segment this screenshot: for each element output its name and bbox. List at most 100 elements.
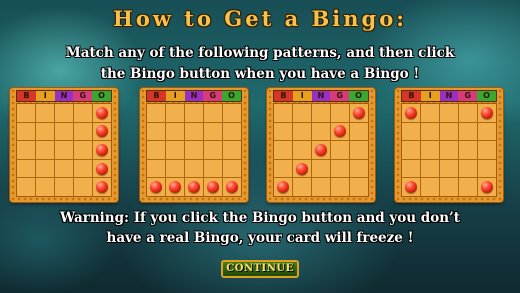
bingo-cell [274,141,292,159]
bingo-cell [147,159,165,178]
red-ball-icon [481,106,493,119]
red-ball-icon [296,162,308,175]
red-ball-icon [334,125,346,138]
bingo-cell [204,104,222,122]
bingo-letter-g: G [330,91,350,101]
bingo-cell [459,178,477,196]
bingo-cell [421,122,439,141]
bingo-cell [55,104,73,122]
bingo-cell [93,159,111,178]
bingo-cell [166,104,184,122]
bingo-cell [166,159,184,178]
bingo-letter-n: N [54,91,74,101]
bingo-cell [204,122,222,141]
bingo-cell [185,178,203,196]
bingo-cell [350,159,368,178]
red-ball-icon [405,106,417,119]
warning-line-2: have a real Bingo, your card will freeze… [106,230,414,246]
bingo-letter-b: B [402,91,421,101]
bingo-cell [74,178,92,196]
bingo-cell [17,104,35,122]
bingo-cell [93,122,111,141]
bingo-letter-b: B [147,91,166,101]
red-ball-icon [96,162,108,175]
bingo-cell [17,159,35,178]
bingo-cell [274,178,292,196]
bingo-cell [440,159,458,178]
red-ball-icon [353,106,365,119]
bingo-cell [223,141,241,159]
bingo-cell [421,141,439,159]
bingo-cell [478,104,496,122]
bingo-cell [147,178,165,196]
bingo-letter-b: B [274,91,293,101]
red-ball-icon [277,181,289,194]
bingo-cell [223,104,241,122]
continue-button[interactable]: CONTINUE [221,260,299,278]
bingo-cell [440,141,458,159]
pattern-card-vertical: BINGO [10,88,118,202]
bingo-cell [274,104,292,122]
bingo-letter-b: B [17,91,36,101]
bingo-cell [331,178,349,196]
bingo-letter-i: I [35,91,55,101]
bingo-cell [421,178,439,196]
bingo-cell [350,122,368,141]
pattern-card-corners: BINGO [395,88,503,202]
red-ball-icon [207,181,219,194]
bingo-cell [223,178,241,196]
bingo-letter-g: G [73,91,93,101]
bingo-cell [421,104,439,122]
bingo-cell [147,141,165,159]
bingo-cell [274,122,292,141]
bingo-cell [331,159,349,178]
bingo-cell [55,141,73,159]
bingo-cell [331,141,349,159]
pattern-card-horizontal: BINGO [140,88,248,202]
bingo-cell [478,159,496,178]
bingo-cell [93,104,111,122]
bingo-cell [440,178,458,196]
bingo-cell [350,141,368,159]
bingo-cell [36,178,54,196]
bingo-cell [312,104,330,122]
bingo-cell [166,178,184,196]
bingo-cell [74,141,92,159]
bingo-grid [16,103,112,197]
bingo-cell [312,141,330,159]
bingo-cell [74,104,92,122]
bingo-cell [402,104,420,122]
red-ball-icon [481,181,493,194]
bingo-cell [55,122,73,141]
instruction-line-2: the Bingo button when you have a Bingo ! [100,66,420,82]
bingo-letter-n: N [311,91,331,101]
bingo-letter-n: N [184,91,204,101]
bingo-cell [402,122,420,141]
bingo-cell [74,159,92,178]
bingo-cell [36,122,54,141]
bingo-cell [17,122,35,141]
bingo-letter-g: G [203,91,223,101]
bingo-cell [440,122,458,141]
bingo-cell [293,159,311,178]
red-ball-icon [405,181,417,194]
bingo-letter-o: O [477,91,496,101]
bingo-cell [17,178,35,196]
bingo-cell [293,122,311,141]
bingo-letter-o: O [92,91,111,101]
bingo-grid [273,103,369,197]
bingo-cell [55,178,73,196]
bingo-letter-i: I [292,91,312,101]
bingo-cell [312,178,330,196]
bingo-cell [74,122,92,141]
bingo-cell [312,159,330,178]
bingo-cell [459,122,477,141]
pattern-card-diagonal: BINGO [267,88,375,202]
bingo-cell [204,178,222,196]
bingo-cell [350,104,368,122]
bingo-cell [93,141,111,159]
bingo-cell [166,141,184,159]
red-ball-icon [96,143,108,156]
bingo-cell [36,141,54,159]
bingo-cell [223,159,241,178]
